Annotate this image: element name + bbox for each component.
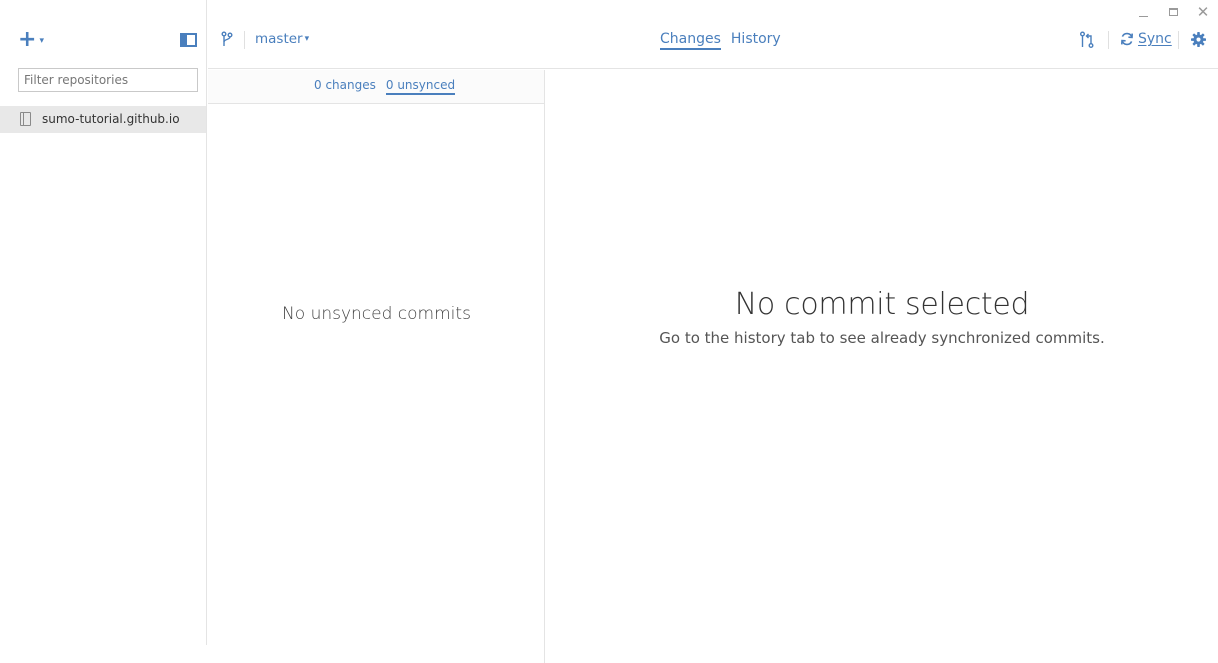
repository-sidebar: + ▾ sumo-tutorial.github.io [0,0,207,645]
repository-name: sumo-tutorial.github.io [42,112,180,126]
commit-list-tabs-bar: 0 changes 0 unsynced [208,70,544,104]
sidebar-toggle-icon [182,35,187,45]
tab-unsynced-count[interactable]: 0 unsynced [385,78,456,95]
sidebar-toggle-button[interactable] [180,33,197,47]
plus-icon: + [18,27,37,52]
empty-detail-subtitle: Go to the history tab to see already syn… [659,329,1105,347]
toolbar-divider [1178,31,1179,49]
filter-repositories-input[interactable] [18,68,198,92]
chevron-down-icon: ▾ [39,36,44,46]
branch-name: master [255,31,303,47]
commit-list-tabs: 0 changes 0 unsynced [314,78,456,95]
empty-commit-list-message: No unsynced commits [282,304,471,324]
repo-icon [20,112,31,126]
main-toolbar: master ▾ Changes History Sync [208,0,1218,69]
tab-changes-count[interactable]: 0 changes [314,78,376,95]
empty-detail-title: No commit selected [734,287,1030,322]
toolbar-divider [244,31,245,49]
toolbar-divider [1108,31,1109,49]
commit-list-pane: 0 changes 0 unsynced No unsynced commits [208,70,545,663]
sync-label: Sync [1138,31,1172,47]
add-repository-button[interactable]: + ▾ [18,29,44,51]
gear-icon[interactable] [1191,32,1206,47]
pull-request-icon[interactable] [1079,31,1095,49]
tab-changes[interactable]: Changes [660,31,721,50]
chevron-down-icon: ▾ [304,34,310,44]
view-tabs: Changes History [660,31,781,50]
commit-detail-pane: No commit selected Go to the history tab… [546,70,1218,663]
sync-button[interactable]: Sync [1120,31,1172,47]
branch-icon[interactable] [220,31,234,47]
tab-history[interactable]: History [731,31,781,50]
repository-item[interactable]: sumo-tutorial.github.io [0,106,206,133]
sync-icon [1121,32,1133,46]
branch-selector[interactable]: master ▾ [255,31,309,47]
